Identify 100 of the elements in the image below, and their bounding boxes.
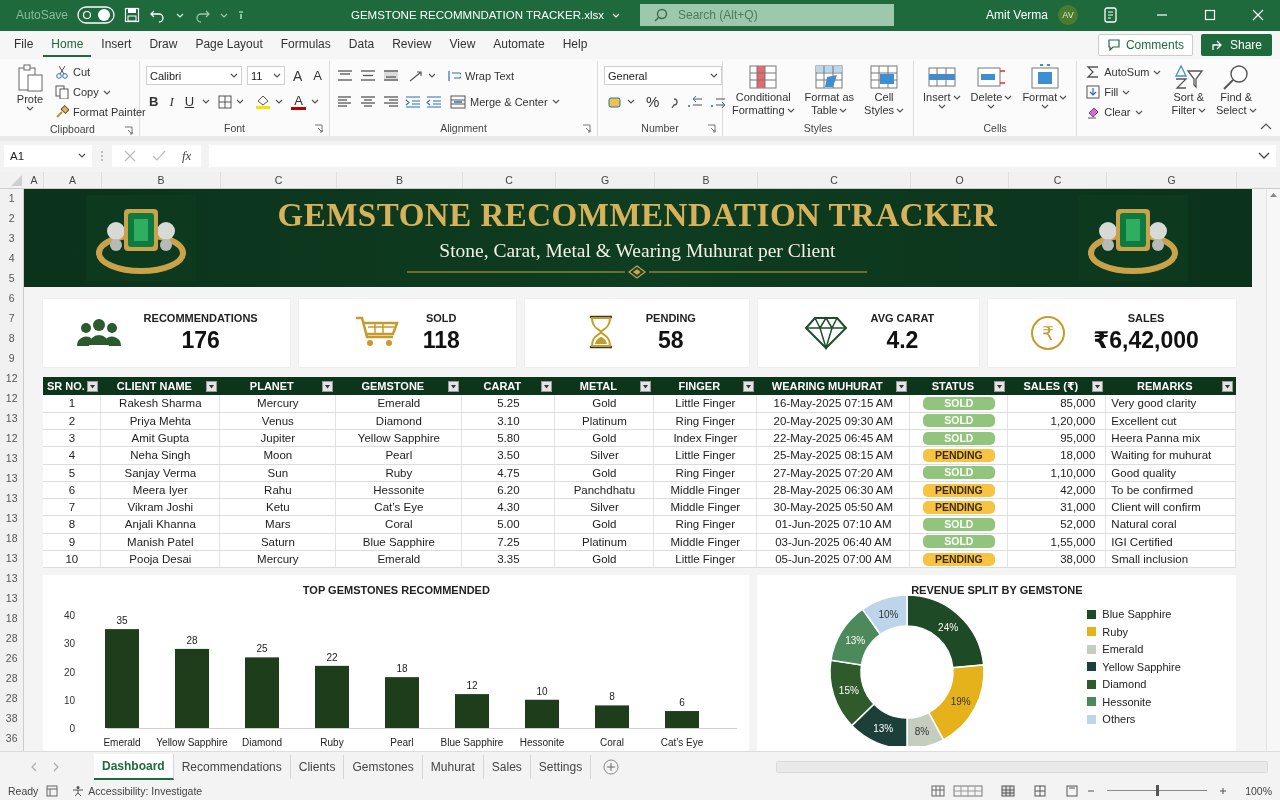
sheet-tab[interactable]: Sales <box>483 754 531 779</box>
row-header[interactable]: 36 <box>0 730 24 745</box>
ribbon-button[interactable]: AutoSum <box>1083 62 1165 82</box>
zoom-level[interactable]: 100% <box>1245 784 1272 797</box>
sheet-tab[interactable]: Settings <box>530 754 592 779</box>
expand-icon[interactable] <box>1258 151 1270 160</box>
caret-icon[interactable] <box>236 99 245 105</box>
row-header[interactable]: 13 <box>0 411 24 426</box>
column-header[interactable]: C <box>463 172 556 189</box>
caret-icon[interactable] <box>26 105 34 111</box>
share-button[interactable]: Share <box>1200 33 1272 56</box>
customize-icon[interactable] <box>237 9 246 22</box>
column-header[interactable]: G <box>556 172 655 189</box>
insert-function-button[interactable]: fx <box>182 147 192 164</box>
column-header[interactable]: G <box>1107 172 1237 189</box>
row-header[interactable]: 18 <box>0 611 24 626</box>
caret-icon[interactable] <box>1197 107 1206 113</box>
vertical-scrollbar[interactable] <box>1266 189 1280 752</box>
ribbon-button[interactable]: Insert <box>920 60 964 111</box>
font-size-dropdown[interactable]: 11 <box>247 66 285 86</box>
normal-view-icon[interactable] <box>1001 784 1016 797</box>
toggle-switch[interactable] <box>77 6 116 25</box>
font-dropdown[interactable]: Calibri <box>146 66 242 86</box>
row-header[interactable]: 13 <box>0 491 24 506</box>
row-header[interactable]: 13 <box>0 451 24 466</box>
caret-icon[interactable] <box>1134 109 1143 115</box>
percent-button[interactable]: % <box>643 93 663 111</box>
menu-tab[interactable]: Insert <box>93 32 140 57</box>
dialog-launcher-icon[interactable] <box>124 125 133 135</box>
menu-tab[interactable]: Help <box>554 32 596 57</box>
filter-button[interactable] <box>448 380 460 392</box>
row-header[interactable]: 13 <box>0 471 24 486</box>
comments-button[interactable]: Comments <box>1097 33 1193 56</box>
row-header[interactable]: 3 <box>0 231 24 246</box>
menu-tab[interactable]: View <box>441 32 484 57</box>
sheet-tab[interactable]: Clients <box>290 754 345 779</box>
horizontal-scrollbar[interactable] <box>776 760 1268 773</box>
caret-icon[interactable] <box>1040 103 1049 109</box>
row-header[interactable]: 9 <box>0 351 24 366</box>
row-header[interactable]: 4 <box>0 251 24 266</box>
menu-tab[interactable]: Data <box>340 32 383 57</box>
column-header[interactable]: A <box>44 172 102 189</box>
sheet-tab[interactable]: Dashboard <box>94 753 174 780</box>
grow-font-button[interactable]: A <box>290 67 306 84</box>
row-header[interactable]: 18 <box>0 531 24 546</box>
close-icon[interactable] <box>1252 9 1264 22</box>
menu-tab[interactable]: Home <box>43 32 92 57</box>
row-header[interactable]: 38 <box>0 710 24 725</box>
save-icon[interactable] <box>124 7 141 24</box>
row-header[interactable]: 28 <box>0 691 24 705</box>
sheet-tab[interactable]: Muhurat <box>422 754 484 779</box>
menu-tab[interactable]: Page Layout <box>187 32 271 57</box>
caret-icon[interactable] <box>273 73 281 79</box>
ribbon-button[interactable]: Wrap Text <box>444 66 518 86</box>
dialog-launcher-icon[interactable] <box>707 123 716 133</box>
caret-icon[interactable] <box>1122 89 1131 95</box>
column-header[interactable]: C <box>758 172 911 189</box>
caret-icon[interactable] <box>1248 107 1257 113</box>
caret-icon[interactable] <box>78 153 86 159</box>
ribbon-button[interactable]: Cell Styles <box>861 60 908 119</box>
column-header[interactable]: B <box>655 172 758 189</box>
column-header[interactable]: O <box>911 172 1009 189</box>
zoom-in-icon[interactable] <box>1219 786 1228 795</box>
menu-tab[interactable]: Automate <box>485 32 553 57</box>
sheet-tab[interactable]: Recommendations <box>173 754 291 779</box>
collapse-ribbon-icon[interactable] <box>1260 121 1272 130</box>
scroll-up-icon[interactable] <box>1269 192 1279 199</box>
row-header[interactable]: 13 <box>0 571 24 586</box>
avatar[interactable]: AV <box>1058 5 1078 26</box>
search-field[interactable]: Search (Alt+Q) <box>640 4 894 27</box>
ribbon-button[interactable]: Format <box>1019 60 1071 111</box>
caret-icon[interactable] <box>627 99 635 105</box>
caret-icon[interactable] <box>230 73 238 79</box>
row-header[interactable]: 28 <box>0 671 24 685</box>
ribbon-button[interactable]: Copy <box>52 82 149 102</box>
menu-tab[interactable]: Formulas <box>272 32 339 57</box>
row-header[interactable]: 13 <box>0 511 24 526</box>
number-format-dropdown[interactable]: General <box>604 66 722 86</box>
row-header[interactable]: 2 <box>0 211 24 226</box>
row-header[interactable]: 12 <box>0 391 24 406</box>
filter-button[interactable] <box>994 380 1006 392</box>
filter-button[interactable] <box>541 380 553 392</box>
accessibility-button[interactable]: Accessibility: Investigate <box>72 784 203 797</box>
row-header[interactable]: 7 <box>0 311 24 326</box>
menu-tab[interactable]: File <box>6 32 42 57</box>
dialog-launcher-icon[interactable] <box>314 123 323 133</box>
bold-button[interactable]: B <box>146 94 162 110</box>
column-header[interactable]: B <box>102 172 221 189</box>
row-header[interactable]: 12 <box>0 371 24 386</box>
sheet-tab[interactable]: Gemstones <box>344 754 423 779</box>
filter-button[interactable] <box>1092 380 1104 392</box>
ribbon-button[interactable]: Conditional Formatting <box>729 60 798 119</box>
column-header[interactable]: B <box>337 172 463 189</box>
formula-field[interactable] <box>209 144 1276 167</box>
row-header[interactable]: 13 <box>0 591 24 606</box>
ribbon-button[interactable]: Find & Select <box>1212 60 1260 119</box>
row-header[interactable]: 8 <box>0 331 24 346</box>
caret-icon[interactable] <box>428 73 436 79</box>
row-header[interactable]: 6 <box>0 291 24 306</box>
dialog-launcher-icon[interactable] <box>582 123 591 133</box>
